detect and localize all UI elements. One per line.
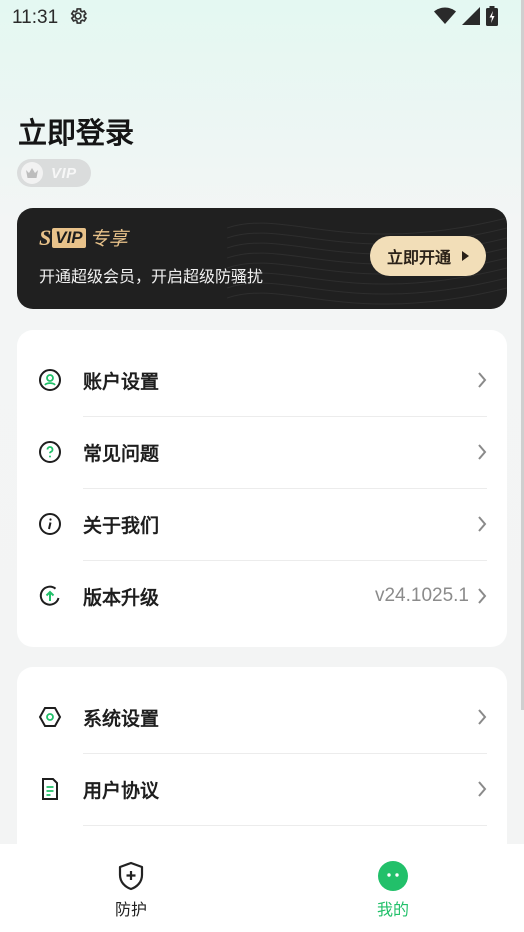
face-icon <box>378 861 408 891</box>
wifi-icon <box>434 7 456 29</box>
login-title[interactable]: 立即登录 <box>18 110 134 152</box>
status-bar: 11:31 <box>0 0 524 36</box>
menu-item-label: 版本升级 <box>83 586 160 609</box>
menu-item-version-upgrade[interactable]: 版本升级 v24.1025.1 <box>17 560 507 632</box>
tab-protect[interactable]: 防护 <box>0 844 262 932</box>
user-circle-icon <box>39 369 61 391</box>
status-time: 11:31 <box>12 7 59 28</box>
vip-badge-label: VIP <box>51 164 77 182</box>
svip-description: 开通超级会员，开启超级防骚扰 <box>39 267 264 286</box>
version-value: v24.1025.1 <box>374 585 469 606</box>
svip-title: S VIP 专享 <box>39 224 128 251</box>
menu-item-label: 账户设置 <box>83 370 160 393</box>
signal-icon <box>462 7 480 29</box>
menu-card-account: 账户设置 常见问题 关于我们 版本升级 v24.1025.1 <box>17 330 507 647</box>
info-circle-icon <box>39 513 61 535</box>
tab-protect-label: 防护 <box>114 900 147 919</box>
menu-item-account-settings[interactable]: 账户设置 <box>17 344 507 416</box>
menu-item-system-settings[interactable]: 系统设置 <box>17 681 507 753</box>
menu-item-label: 常见问题 <box>83 442 160 465</box>
shield-plus-icon <box>118 861 144 891</box>
upgrade-circle-icon <box>39 585 60 606</box>
svip-title-suffix: 专享 <box>89 228 128 250</box>
hexagon-settings-icon <box>38 707 62 727</box>
menu-card-system: 系统设置 用户协议 <box>17 667 507 867</box>
svip-card[interactable]: S VIP 专享 开通超级会员，开启超级防骚扰 立即开通 <box>17 208 507 309</box>
chevron-right-icon <box>478 709 487 725</box>
menu-item-label: 系统设置 <box>83 707 160 730</box>
chevron-right-icon <box>478 516 487 532</box>
svip-title-vip: VIP <box>52 227 86 248</box>
document-icon <box>42 778 58 800</box>
menu-item-label: 用户协议 <box>83 779 160 802</box>
vip-badge[interactable]: VIP <box>17 159 91 187</box>
chevron-right-icon <box>478 444 487 460</box>
crown-icon <box>21 162 43 184</box>
gear-icon <box>68 6 88 30</box>
tab-mine-label: 我的 <box>376 900 409 919</box>
play-arrow-icon <box>462 251 469 261</box>
menu-item-faq[interactable]: 常见问题 <box>17 416 507 488</box>
svip-title-s: S <box>39 224 52 250</box>
menu-item-user-agreement[interactable]: 用户协议 <box>17 753 507 825</box>
chevron-right-icon <box>478 588 487 604</box>
bottom-tab-bar: 防护 我的 <box>0 844 524 932</box>
tab-mine[interactable]: 我的 <box>262 844 524 932</box>
chevron-right-icon <box>478 781 487 797</box>
chevron-right-icon <box>478 372 487 388</box>
activate-svip-label: 立即开通 <box>386 250 451 267</box>
divider <box>83 825 487 826</box>
battery-charging-icon <box>486 6 498 30</box>
menu-item-about-us[interactable]: 关于我们 <box>17 488 507 560</box>
menu-item-label: 关于我们 <box>83 514 160 537</box>
question-circle-icon <box>39 441 61 463</box>
activate-svip-button[interactable]: 立即开通 <box>370 236 486 276</box>
